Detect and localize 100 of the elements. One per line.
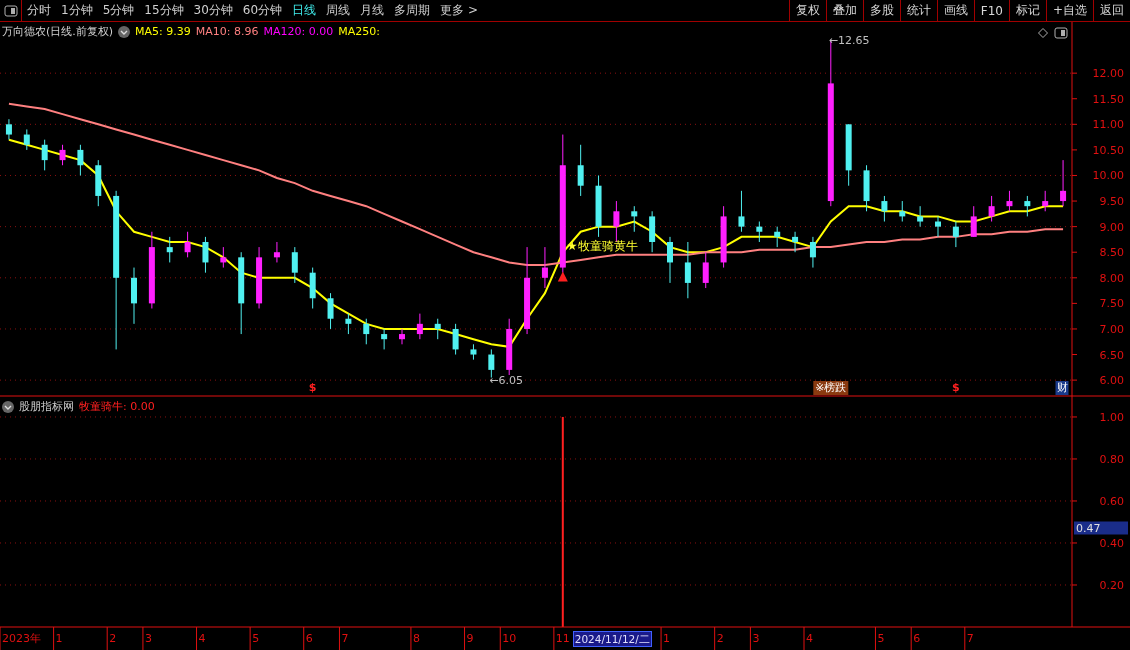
- period-tab[interactable]: 5分钟: [97, 0, 140, 21]
- price-axis-label: 7.50: [1099, 297, 1124, 311]
- period-tab[interactable]: 1分钟: [56, 0, 98, 21]
- candlestick: [774, 226, 781, 248]
- candlestick: [506, 318, 513, 376]
- time-axis-label: 1: [663, 632, 671, 645]
- period-tab[interactable]: 多周期: [389, 0, 436, 21]
- candlestick: [399, 328, 405, 345]
- time-axis-label: 6: [913, 632, 921, 645]
- toolbar-button[interactable]: +自选: [1045, 0, 1093, 21]
- panel-toggle-icon[interactable]: [3, 4, 18, 17]
- price-axis-label: 10.50: [1092, 143, 1124, 157]
- time-axis-label: 6: [305, 632, 313, 645]
- cursor-date-label: 2024/11/12/二: [572, 631, 652, 647]
- candlestick: [935, 215, 941, 238]
- event-marker[interactable]: $: [308, 381, 317, 394]
- period-tab[interactable]: 周线: [321, 0, 356, 21]
- toolbar-button[interactable]: 画线: [936, 0, 974, 21]
- candlestick: [273, 241, 280, 263]
- candlestick: [595, 175, 602, 238]
- chevron-down-icon[interactable]: [2, 400, 14, 413]
- indicator-title: 股朋指标网: [19, 399, 74, 414]
- candlestick: [166, 236, 173, 263]
- price-axis-label: 8.00: [1099, 271, 1124, 285]
- candlestick: [667, 236, 673, 284]
- indicator-axis-label: 0.20: [1099, 579, 1124, 592]
- time-axis-label: 5: [252, 632, 260, 645]
- candlestick: [1024, 195, 1031, 217]
- period-tab[interactable]: 日线: [287, 0, 322, 21]
- time-axis-label: 8: [412, 632, 420, 645]
- period-tab[interactable]: 30分钟: [188, 0, 238, 21]
- price-axis-label: 7.00: [1099, 322, 1124, 336]
- cursor-value-label: 0.47: [1074, 521, 1128, 535]
- candlestick: [291, 246, 298, 284]
- time-axis-label: 4: [806, 632, 813, 645]
- indicator-value: 牧童骑牛: 0.00: [79, 399, 155, 414]
- period-tab[interactable]: 月线: [355, 0, 390, 21]
- candlestick: [452, 323, 459, 356]
- candlestick: [899, 200, 906, 222]
- indicator-value: MA120: 0.00: [263, 25, 334, 38]
- period-tab[interactable]: 更多 >: [435, 0, 483, 21]
- candlestick: [470, 343, 477, 361]
- toolbar-button[interactable]: 复权: [788, 0, 826, 21]
- diamond-icon[interactable]: [1038, 28, 1048, 38]
- toolbar-button[interactable]: 统计: [899, 0, 937, 21]
- price-axis-label: 11.00: [1092, 118, 1124, 132]
- signal-label: ★牧童骑黄牛: [566, 238, 638, 253]
- indicator-axis-label: 0.60: [1099, 494, 1124, 508]
- candlestick: [363, 318, 370, 345]
- time-axis-label: 5: [877, 632, 885, 645]
- candlestick: [756, 221, 763, 243]
- toolbar-button[interactable]: 多股: [862, 0, 900, 21]
- candlestick: [220, 246, 227, 269]
- candlestick: [23, 128, 30, 151]
- period-tab[interactable]: 分时: [22, 0, 56, 21]
- indicator-axis-label: 0.40: [1099, 537, 1124, 550]
- price-axis-label: 6.00: [1099, 374, 1124, 388]
- price-axis-label: 9.50: [1099, 195, 1124, 209]
- candlestick: [345, 313, 352, 335]
- price-axis-label: 10.00: [1092, 169, 1124, 183]
- time-axis-label: 9: [466, 632, 474, 645]
- time-axis-label: 2: [716, 632, 724, 645]
- toolbar-button[interactable]: 叠加: [825, 0, 863, 21]
- chevron-down-icon[interactable]: [118, 25, 131, 38]
- candlestick: [41, 139, 48, 171]
- toolbar-button[interactable]: F10: [973, 0, 1009, 21]
- period-tab[interactable]: 60分钟: [237, 0, 288, 21]
- candlestick: [59, 144, 66, 166]
- period-tab[interactable]: 15分钟: [139, 0, 189, 21]
- high-price-label: ←12.65: [828, 33, 870, 47]
- candlestick: [131, 267, 137, 325]
- price-axis-label: 12.00: [1092, 67, 1124, 81]
- candlestick: [738, 190, 745, 233]
- price-axis-label: 6.50: [1099, 348, 1124, 362]
- toolbar-button[interactable]: 返回: [1093, 0, 1130, 21]
- candlestick: [577, 144, 584, 197]
- indicator-axis-label: 0.80: [1099, 452, 1124, 466]
- event-marker[interactable]: $: [952, 381, 960, 394]
- candlestick: [649, 210, 656, 253]
- event-marker[interactable]: 财: [1055, 381, 1069, 395]
- candlestick: [381, 328, 388, 350]
- time-axis-label: 10: [502, 632, 517, 645]
- candlestick: [845, 123, 852, 187]
- panel-toggle-icon[interactable]: [1054, 27, 1068, 39]
- candlestick: [256, 246, 263, 309]
- indicator-value: MA10: 8.96: [195, 25, 259, 38]
- time-axis-label: 11: [555, 632, 570, 645]
- candlestick: [5, 118, 12, 141]
- time-axis-label: 2: [109, 632, 117, 645]
- candlestick: [327, 292, 334, 330]
- stock-title: 万向德农(日线.前复权): [2, 24, 114, 39]
- candlestick: [416, 313, 423, 340]
- candlestick: [309, 267, 316, 309]
- event-marker[interactable]: ※榜跌: [813, 381, 849, 395]
- candlestick: [95, 159, 102, 207]
- candlestick: [988, 195, 995, 222]
- candlestick: [809, 236, 816, 269]
- toolbar-button[interactable]: 标记: [1008, 0, 1046, 21]
- signal-arrow-icon: [557, 271, 568, 282]
- candlestick: [720, 205, 727, 269]
